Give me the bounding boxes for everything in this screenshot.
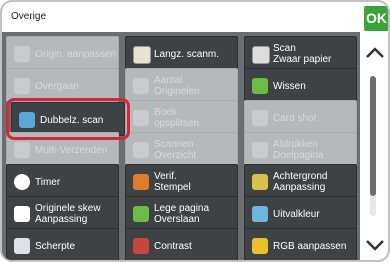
timer-icon xyxy=(14,174,30,190)
scroll-thumb[interactable] xyxy=(370,76,376,196)
button-label: Uitvalkleur xyxy=(273,208,320,220)
button-label: Origin. aanpassen xyxy=(35,48,117,60)
lege-pagina-overslaan-button[interactable]: Lege pagina Overslaan xyxy=(125,196,238,230)
document-icon xyxy=(252,142,268,158)
button-label: Verif. Stempel xyxy=(154,171,191,193)
background-adjust-icon xyxy=(252,174,268,190)
document-icon xyxy=(133,142,149,158)
stamp-icon xyxy=(133,174,149,190)
dialog-frame: Overige OK Origin. aanpassen Langz. scan… xyxy=(0,0,390,262)
uitvalkleur-button[interactable]: Uitvalkleur xyxy=(244,196,357,230)
options-grid: Origin. aanpassen Langz. scanm. Scan Zwa… xyxy=(2,32,360,260)
button-label: Langz. scanm. xyxy=(154,48,220,60)
rgb-aanpassen-button[interactable]: RGB aanpassen xyxy=(244,228,357,260)
page-title: Overige xyxy=(11,11,47,22)
document-icon xyxy=(133,110,149,126)
scannen-overzicht-button: Scannen Overzicht xyxy=(125,132,238,166)
document-icon xyxy=(252,110,268,126)
origin-aanpassen-button: Origin. aanpassen xyxy=(6,36,119,70)
wissen-button[interactable]: Wissen xyxy=(244,68,357,102)
scrollbar[interactable] xyxy=(360,32,388,260)
button-label: Aantal Originelen xyxy=(154,75,200,97)
achtergrond-aanpassing-button[interactable]: Achtergrond Aanpassing xyxy=(244,164,357,198)
scherpte-button[interactable]: Scherpte xyxy=(6,228,119,260)
card-shot-button: Card shot xyxy=(244,100,357,134)
originele-skew-aanpassing-button[interactable]: Originele skew Aanpassing xyxy=(6,196,119,230)
button-label: Contrast xyxy=(154,240,192,252)
afdrukken-doelpagina-button: Afdrukken Doelpagina xyxy=(244,132,357,166)
contrast-button[interactable]: Contrast xyxy=(125,228,238,260)
eraser-icon xyxy=(252,78,268,94)
button-label: RGB aanpassen xyxy=(273,240,347,252)
overgaan-button: Overgaan xyxy=(6,68,119,102)
scan-doc-icon xyxy=(133,46,151,64)
button-label: Achtergrond Aanpassing xyxy=(273,171,328,193)
document-icon xyxy=(133,78,149,94)
button-label: Boek opsplitsen xyxy=(154,107,200,129)
rgb-adjust-icon xyxy=(252,238,268,254)
button-label: Card shot xyxy=(273,112,317,124)
ok-button[interactable]: OK xyxy=(364,6,388,31)
verif-stempel-button[interactable]: Verif. Stempel xyxy=(125,164,238,198)
boek-opsplitsen-button: Boek opsplitsen xyxy=(125,100,238,134)
button-label: Timer xyxy=(35,176,61,188)
skew-adjust-icon xyxy=(14,206,30,222)
highlight-box xyxy=(6,98,130,140)
scan-zwaar-papier-button[interactable]: Scan Zwaar papier xyxy=(244,36,357,70)
button-label: Originele skew Aanpassing xyxy=(35,203,101,225)
blank-page-icon xyxy=(133,206,149,222)
scroll-track[interactable] xyxy=(370,76,376,216)
button-label: Lege pagina Overslaan xyxy=(154,203,210,225)
button-label: Scannen Overzicht xyxy=(154,139,197,161)
header: Overige OK xyxy=(2,2,388,32)
button-label: Afdrukken Doelpagina xyxy=(273,139,324,161)
aantal-originelen-button: Aantal Originelen xyxy=(125,68,238,102)
timer-button[interactable]: Timer xyxy=(6,164,119,198)
button-label: Scherpte xyxy=(35,240,76,252)
document-icon xyxy=(14,142,30,158)
document-icon xyxy=(14,78,30,94)
button-label: Scan Zwaar papier xyxy=(273,43,332,65)
langz-scanm-button[interactable]: Langz. scanm. xyxy=(125,36,238,70)
color-dropout-icon xyxy=(252,206,268,222)
scroll-down-icon[interactable] xyxy=(364,238,386,252)
button-label: Wissen xyxy=(273,80,306,92)
sharpness-icon xyxy=(14,238,30,254)
contrast-icon xyxy=(133,238,149,254)
scroll-up-icon[interactable] xyxy=(364,46,386,60)
document-icon xyxy=(14,46,30,62)
scan-paper-icon xyxy=(252,46,270,64)
